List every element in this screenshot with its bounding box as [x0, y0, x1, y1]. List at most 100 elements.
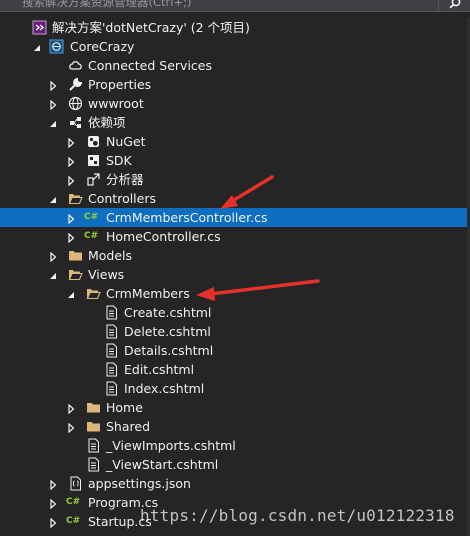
tree-item-crm-members-folder[interactable]: CrmMembers — [0, 284, 470, 303]
tree-label: Shared — [106, 419, 151, 434]
tree-label: Index.cshtml — [124, 381, 205, 396]
expand-arrow-icon[interactable] — [66, 212, 76, 225]
tree-item-create-view[interactable]: Create.cshtml — [0, 303, 470, 322]
collapse-arrow-icon[interactable] — [48, 269, 58, 279]
tree-label: CrmMembers — [106, 286, 190, 301]
tree-item-crm-members-controller[interactable]: C# CrmMembersController.cs — [0, 208, 470, 227]
tree-label: wwwroot — [88, 96, 144, 111]
search-bar — [0, 0, 470, 12]
tree-label: Properties — [88, 77, 152, 92]
cshtml-file-icon — [86, 457, 101, 472]
csharp-file-icon: C# — [66, 516, 81, 526]
tree-label: _ViewImports.cshtml — [106, 438, 236, 453]
tree-label: SDK — [106, 153, 132, 168]
tree-item-models[interactable]: Models — [0, 246, 470, 265]
tree-item-details-view[interactable]: Details.cshtml — [0, 341, 470, 360]
folder-open-icon — [68, 191, 83, 206]
tree-item-home-folder[interactable]: Home — [0, 398, 470, 417]
tree-item-views[interactable]: Views — [0, 265, 470, 284]
csharp-file-icon: C# — [84, 231, 99, 241]
tree-label: CoreCrazy — [70, 39, 135, 54]
cshtml-file-icon — [86, 438, 101, 453]
tree-item-solution[interactable]: 解决方案'dotNetCrazy' (2 个项目) — [0, 18, 470, 37]
expand-arrow-icon[interactable] — [48, 497, 58, 510]
tree-label: Create.cshtml — [124, 305, 212, 320]
tree-item-analyzers[interactable]: 分析器 — [0, 170, 470, 189]
csharp-file-icon: C# — [84, 212, 99, 222]
search-icon — [449, 0, 461, 9]
nuget-icon — [86, 134, 101, 149]
globe-icon — [68, 96, 83, 111]
tree-label: CrmMembersController.cs — [106, 210, 268, 225]
tree-label: 解决方案'dotNetCrazy' (2 个项目) — [52, 20, 250, 35]
tree-item-controllers[interactable]: Controllers — [0, 189, 470, 208]
tree-item-nuget[interactable]: NuGet — [0, 132, 470, 151]
tree-label: Delete.cshtml — [124, 324, 211, 339]
watermark-text: https://blog.csdn.net/u012122318 — [140, 506, 455, 525]
tree-label: 分析器 — [106, 172, 144, 187]
expand-arrow-icon[interactable] — [66, 136, 76, 149]
expand-arrow-icon[interactable] — [48, 250, 58, 263]
collapse-arrow-icon[interactable] — [32, 41, 42, 51]
folder-icon — [86, 400, 101, 415]
sdk-icon — [86, 153, 101, 168]
tree-label: appsettings.json — [88, 476, 191, 491]
expand-arrow-icon[interactable] — [48, 478, 58, 491]
tree-item-project[interactable]: CoreCrazy — [0, 37, 470, 56]
tree-label: NuGet — [106, 134, 146, 149]
tree-item-view-imports[interactable]: _ViewImports.cshtml — [0, 436, 470, 455]
expand-arrow-icon[interactable] — [66, 402, 76, 415]
tree-label: Controllers — [88, 191, 156, 206]
csharp-file-icon: C# — [66, 497, 81, 507]
expand-arrow-icon[interactable] — [66, 421, 76, 434]
cshtml-file-icon — [104, 381, 119, 396]
analyzer-icon — [86, 172, 101, 187]
tree-label: Home — [106, 400, 143, 415]
tree-item-sdk[interactable]: SDK — [0, 151, 470, 170]
folder-open-icon — [68, 267, 83, 282]
json-file-icon — [68, 476, 83, 491]
cshtml-file-icon — [104, 362, 119, 377]
cshtml-file-icon — [104, 305, 119, 320]
tree-label: 依赖项 — [88, 115, 126, 130]
wrench-icon — [68, 77, 83, 92]
tree-item-edit-view[interactable]: Edit.cshtml — [0, 360, 470, 379]
expand-arrow-icon[interactable] — [66, 155, 76, 168]
tree-item-wwwroot[interactable]: wwwroot — [0, 94, 470, 113]
tree-item-delete-view[interactable]: Delete.cshtml — [0, 322, 470, 341]
connected-services-icon — [68, 58, 83, 73]
tree-label: Details.cshtml — [124, 343, 214, 358]
tree-label: _ViewStart.cshtml — [106, 457, 219, 472]
search-button[interactable] — [438, 0, 470, 12]
tree-item-home-controller[interactable]: C# HomeController.cs — [0, 227, 470, 246]
tree-label: Views — [88, 267, 125, 282]
cshtml-file-icon — [104, 324, 119, 339]
tree-item-index-view[interactable]: Index.cshtml — [0, 379, 470, 398]
tree-item-shared-folder[interactable]: Shared — [0, 417, 470, 436]
tree-item-view-start[interactable]: _ViewStart.cshtml — [0, 455, 470, 474]
tree-label: Connected Services — [88, 58, 212, 73]
collapse-arrow-icon[interactable] — [48, 117, 58, 127]
solution-icon — [32, 20, 47, 35]
folder-open-icon — [86, 286, 101, 301]
folder-icon — [68, 248, 83, 263]
folder-icon — [86, 419, 101, 434]
tree-label: Models — [88, 248, 133, 263]
expand-arrow-icon[interactable] — [48, 79, 58, 92]
tree-item-connected-services[interactable]: Connected Services — [0, 56, 470, 75]
cshtml-file-icon — [104, 343, 119, 358]
expand-arrow-icon[interactable] — [48, 98, 58, 111]
expand-arrow-icon[interactable] — [66, 231, 76, 244]
tree-item-dependencies[interactable]: 依赖项 — [0, 113, 470, 132]
tree-item-properties[interactable]: Properties — [0, 75, 470, 94]
collapse-arrow-icon[interactable] — [66, 288, 76, 298]
search-input[interactable] — [22, 0, 402, 10]
tree-item-appsettings[interactable]: appsettings.json — [0, 474, 470, 493]
tree-label: HomeController.cs — [106, 229, 221, 244]
web-project-icon — [49, 39, 64, 54]
expand-arrow-icon[interactable] — [48, 516, 58, 529]
collapse-arrow-icon[interactable] — [48, 193, 58, 203]
tree-label: Edit.cshtml — [124, 362, 195, 377]
expand-arrow-icon[interactable] — [66, 174, 76, 187]
dependencies-icon — [68, 115, 83, 130]
